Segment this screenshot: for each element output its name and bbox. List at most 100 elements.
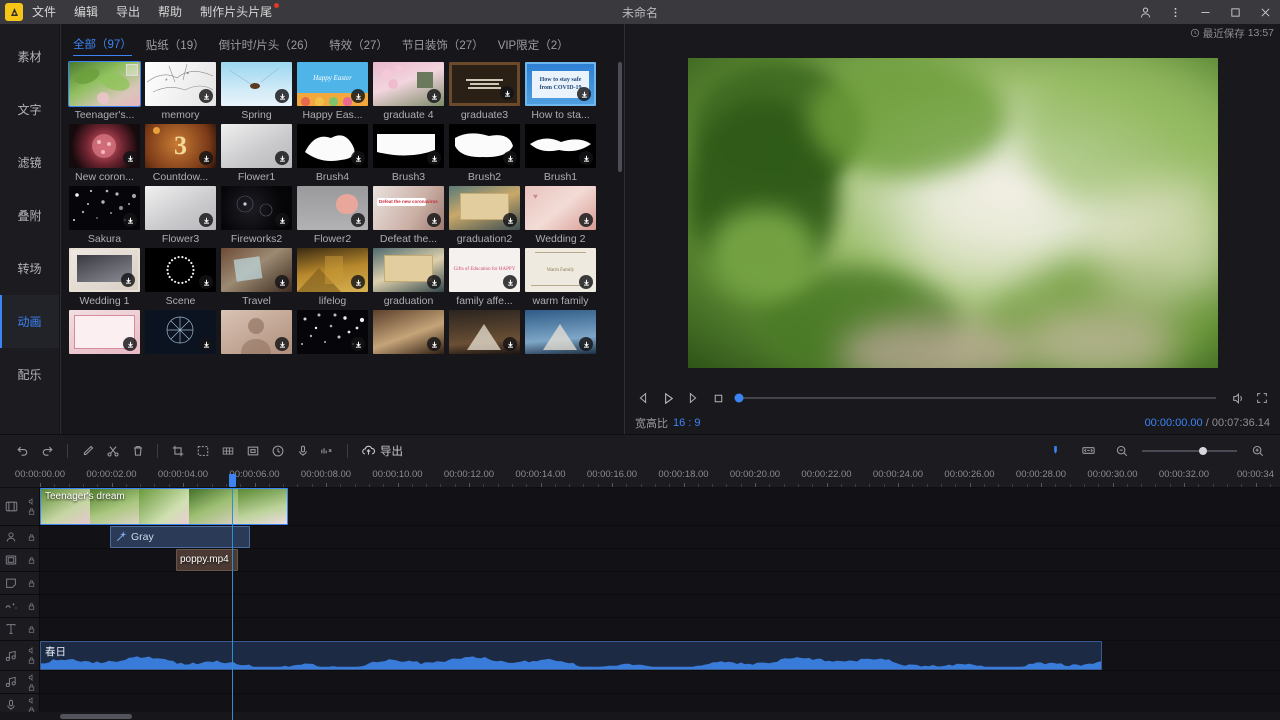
library-asset-thumbnail[interactable]: 3 <box>145 124 216 168</box>
download-icon[interactable] <box>351 151 365 165</box>
library-asset-thumbnail[interactable] <box>69 62 140 106</box>
library-asset-thumbnail[interactable]: Gifts of Education for HAPPY <box>449 248 520 292</box>
download-icon[interactable] <box>199 213 213 227</box>
library-asset-thumbnail[interactable] <box>145 248 216 292</box>
lock-icon[interactable] <box>27 656 36 665</box>
library-asset[interactable]: lifelog <box>295 248 370 307</box>
prev-frame-button[interactable] <box>635 390 651 406</box>
track-filter-header[interactable] <box>0 526 40 548</box>
library-asset[interactable]: Defeat the new coronavirusDefeat the... <box>371 186 446 245</box>
download-icon[interactable] <box>579 151 593 165</box>
download-icon[interactable] <box>427 337 441 351</box>
menu-file[interactable]: 文件 <box>23 0 65 24</box>
video-preview-frame[interactable] <box>688 58 1218 368</box>
crop-icon[interactable] <box>165 439 190 463</box>
library-asset-thumbnail[interactable] <box>525 310 596 354</box>
download-icon[interactable] <box>503 337 517 351</box>
download-icon[interactable] <box>351 213 365 227</box>
next-frame-button[interactable] <box>685 390 701 406</box>
library-asset-thumbnail[interactable] <box>221 248 292 292</box>
library-asset-thumbnail[interactable] <box>297 186 368 230</box>
zoom-out-icon[interactable] <box>1109 439 1134 463</box>
download-icon[interactable] <box>123 213 137 227</box>
library-asset[interactable] <box>143 310 218 357</box>
library-asset[interactable]: Wedding 1 <box>67 248 142 307</box>
download-icon[interactable] <box>427 89 441 103</box>
library-asset[interactable]: Travel <box>219 248 294 307</box>
delete-icon[interactable] <box>125 439 150 463</box>
library-tab-2[interactable]: 倒计时/片头（26） <box>219 37 316 56</box>
lock-icon[interactable] <box>27 683 36 692</box>
download-icon[interactable] <box>579 275 593 289</box>
track-video-header[interactable] <box>0 488 40 525</box>
library-asset-thumbnail[interactable] <box>373 248 444 292</box>
library-asset-thumbnail[interactable] <box>69 186 140 230</box>
menu-help[interactable]: 帮助 <box>149 0 191 24</box>
library-asset-thumbnail[interactable] <box>297 124 368 168</box>
library-scrollbar[interactable] <box>618 62 622 172</box>
download-icon[interactable] <box>503 275 517 289</box>
library-asset-thumbnail[interactable] <box>449 186 520 230</box>
library-asset-thumbnail[interactable] <box>373 124 444 168</box>
library-asset[interactable]: Gifts of Education for HAPPYfamily affe.… <box>447 248 522 307</box>
timeline-hscrollbar-track[interactable] <box>0 712 1280 720</box>
stop-button[interactable] <box>710 390 726 406</box>
library-asset[interactable]: Flower2 <box>295 186 370 245</box>
library-asset-thumbnail[interactable]: ♥ <box>525 186 596 230</box>
mosaic-icon[interactable] <box>215 439 240 463</box>
download-icon[interactable] <box>275 89 289 103</box>
library-asset-thumbnail[interactable] <box>69 248 140 292</box>
download-icon[interactable] <box>199 151 213 165</box>
sidebar-item-transition[interactable]: 转场 <box>0 242 59 295</box>
lock-icon[interactable] <box>27 625 36 634</box>
clip-audio[interactable]: 春日 <box>40 641 1102 670</box>
minimize-icon[interactable] <box>1190 0 1220 24</box>
download-icon[interactable] <box>427 275 441 289</box>
track-sticker-body[interactable] <box>40 572 1280 594</box>
library-tab-0[interactable]: 全部（97） <box>73 36 132 56</box>
library-asset-thumbnail[interactable]: Happy Easter <box>297 62 368 106</box>
library-asset[interactable]: Happy EasterHappy Eas... <box>295 62 370 121</box>
download-icon[interactable] <box>199 337 213 351</box>
library-tab-5[interactable]: VIP限定（2） <box>498 37 569 56</box>
fullscreen-icon[interactable] <box>1254 390 1270 406</box>
library-asset-thumbnail[interactable] <box>297 248 368 292</box>
library-asset[interactable] <box>295 310 370 357</box>
volume-icon[interactable] <box>1229 390 1245 406</box>
library-asset[interactable]: Fireworks2 <box>219 186 294 245</box>
sidebar-item-animation[interactable]: 动画 <box>0 295 59 348</box>
download-icon[interactable] <box>275 151 289 165</box>
library-asset-thumbnail[interactable]: Warm Family <box>525 248 596 292</box>
library-asset[interactable]: Brush1 <box>523 124 598 183</box>
library-asset-thumbnail[interactable] <box>449 124 520 168</box>
library-asset-thumbnail[interactable] <box>69 310 140 354</box>
player-progress-handle[interactable] <box>735 394 744 403</box>
fit-timeline-icon[interactable] <box>1076 439 1101 463</box>
library-asset[interactable]: graduation2 <box>447 186 522 245</box>
sidebar-item-text[interactable]: 文字 <box>0 83 59 136</box>
cut-icon[interactable] <box>100 439 125 463</box>
library-asset-thumbnail[interactable] <box>145 310 216 354</box>
track-effect-body[interactable] <box>40 595 1280 617</box>
detach-audio-icon[interactable] <box>315 439 340 463</box>
library-asset[interactable] <box>219 310 294 357</box>
library-tab-1[interactable]: 贴纸（19） <box>146 37 205 56</box>
library-asset[interactable]: Warm Familywarm family <box>523 248 598 307</box>
library-asset[interactable]: graduate 4 <box>371 62 446 121</box>
library-tab-4[interactable]: 节日装饰（27） <box>402 37 484 56</box>
lock-icon[interactable] <box>27 533 36 542</box>
library-asset[interactable]: ♥Wedding 2 <box>523 186 598 245</box>
download-icon[interactable] <box>579 337 593 351</box>
aspect-ratio-value[interactable]: 16 : 9 <box>673 417 701 429</box>
track-video-body[interactable]: Teenager's dream <box>40 488 1280 525</box>
track-music-header[interactable] <box>0 641 40 670</box>
more-options-icon[interactable] <box>1160 0 1190 24</box>
library-asset[interactable]: New coron... <box>67 124 142 183</box>
download-icon[interactable] <box>121 273 135 287</box>
mute-icon[interactable] <box>27 696 36 705</box>
library-asset[interactable] <box>523 310 598 357</box>
library-asset[interactable]: Brush2 <box>447 124 522 183</box>
library-asset[interactable]: Flower1 <box>219 124 294 183</box>
library-asset-thumbnail[interactable] <box>145 186 216 230</box>
mute-icon[interactable] <box>27 673 36 682</box>
